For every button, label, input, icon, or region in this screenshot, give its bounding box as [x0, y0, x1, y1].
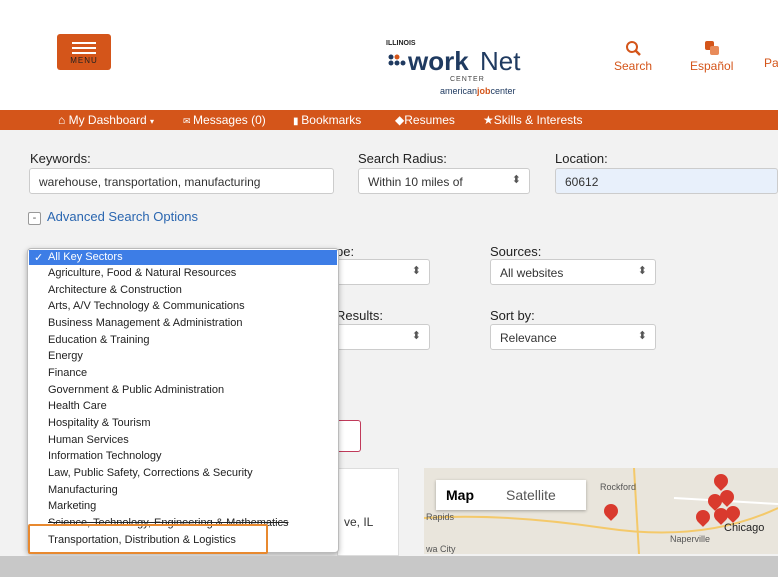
- advanced-search-label: Advanced Search Options: [47, 209, 199, 224]
- location-label: Location:: [555, 151, 608, 166]
- sector-option[interactable]: Health Care: [48, 400, 107, 412]
- partial-header-link[interactable]: Pa: [764, 40, 778, 70]
- search-link[interactable]: Search: [614, 40, 652, 73]
- sector-option[interactable]: Business Management & Administration: [48, 317, 242, 329]
- select-arrows-icon: ⬍: [411, 265, 421, 277]
- illinois-worknet-logo[interactable]: ILLINOIS work Net CENTER americanjobcent…: [380, 36, 550, 100]
- envelope-icon: ✉: [183, 116, 194, 126]
- select-arrows-icon: ⬍: [637, 330, 647, 342]
- job-result-card[interactable]: ve, IL: [337, 468, 399, 556]
- job-map[interactable]: Map Satellite Rockford Rapids wa City Na…: [424, 468, 778, 554]
- sector-option[interactable]: Marketing: [48, 500, 96, 512]
- star-icon: ★: [483, 113, 494, 127]
- diamond-icon: ◆: [395, 113, 405, 127]
- sortby-label: Sort by:: [490, 308, 535, 323]
- bottom-bar: [0, 556, 778, 577]
- map-label-naperville: Naperville: [670, 534, 711, 544]
- logo-center-text: CENTER: [450, 76, 485, 83]
- sources-value: All websites: [500, 266, 564, 280]
- map-label-city: wa City: [426, 544, 456, 554]
- sector-option[interactable]: Manufacturing: [48, 484, 118, 496]
- highlight-box: [28, 524, 268, 554]
- keywords-label: Keywords:: [30, 151, 91, 166]
- collapse-icon: -: [28, 212, 41, 225]
- location-input[interactable]: 60612: [555, 168, 778, 194]
- sector-option-label: All Key Sectors: [48, 251, 123, 263]
- select-arrows-icon: ⬍: [511, 174, 521, 186]
- nav-messages[interactable]: ✉ Messages (0): [183, 113, 266, 127]
- sector-option[interactable]: Agriculture, Food & Natural Resources: [48, 267, 236, 279]
- search-radius-label: Search Radius:: [358, 151, 447, 166]
- americanjobcenter-logo: americanjobcenter: [440, 86, 516, 96]
- keywords-input[interactable]: warehouse, transportation, manufacturing: [29, 168, 334, 194]
- nav-bookmarks[interactable]: ▮ Bookmarks: [293, 113, 361, 127]
- sector-option[interactable]: Arts, A/V Technology & Communications: [48, 300, 245, 312]
- map-label-chicago: Chicago: [724, 522, 765, 534]
- home-icon: ⌂: [58, 113, 69, 127]
- select-arrows-icon: ⬍: [411, 330, 421, 342]
- chevron-down-icon: ▾: [149, 117, 154, 126]
- key-sectors-dropdown[interactable]: ✓ All Key Sectors Agriculture, Food & Na…: [27, 248, 339, 553]
- espanol-link-label: Español: [690, 59, 734, 73]
- map-tab-satellite[interactable]: Satellite: [506, 487, 556, 503]
- map-label-rockford: Rockford: [600, 482, 637, 492]
- sector-option[interactable]: Education & Training: [48, 334, 150, 346]
- partial-header-label: Pa: [764, 56, 778, 70]
- sector-option[interactable]: Architecture & Construction: [48, 284, 182, 296]
- search-radius-select[interactable]: Within 10 miles of ⬍: [358, 168, 530, 194]
- sector-option-selected[interactable]: ✓ All Key Sectors: [29, 250, 337, 265]
- menu-button[interactable]: MENU: [57, 34, 111, 70]
- language-icon: [704, 41, 719, 55]
- map-tab-map[interactable]: Map: [446, 487, 474, 503]
- hamburger-icon: [72, 42, 96, 57]
- sector-option[interactable]: Law, Public Safety, Corrections & Securi…: [48, 467, 253, 479]
- nav-resumes[interactable]: ◆Resumes: [395, 113, 455, 127]
- main-navbar: ⌂ My Dashboard ▾ ✉ Messages (0) ▮ Bookma…: [0, 110, 778, 130]
- sector-option[interactable]: Hospitality & Tourism: [48, 417, 151, 429]
- logo-net-text: Net: [480, 46, 521, 76]
- sector-option[interactable]: Energy: [48, 350, 83, 362]
- search-icon: [626, 41, 641, 56]
- menu-label: MENU: [70, 56, 98, 65]
- select-arrows-icon: ⬍: [637, 265, 647, 277]
- map-label-rapids: Rapids: [426, 512, 455, 522]
- espanol-link[interactable]: Español: [690, 40, 733, 73]
- search-radius-value: Within 10 miles of: [368, 175, 463, 189]
- search-link-label: Search: [614, 59, 653, 73]
- sources-label: Sources:: [490, 244, 542, 259]
- advanced-search-toggle[interactable]: - Advanced Search Options: [28, 209, 198, 225]
- sector-option[interactable]: Government & Public Administration: [48, 384, 224, 396]
- results-label: Results:: [336, 308, 383, 323]
- sector-option[interactable]: Finance: [48, 367, 87, 379]
- sector-option[interactable]: Human Services: [48, 434, 129, 446]
- map-type-toggle: Map Satellite: [436, 480, 586, 510]
- job-location-text: ve, IL: [344, 515, 374, 529]
- nav-skills-interests[interactable]: ★Skills & Interests: [483, 113, 582, 127]
- nav-my-dashboard[interactable]: ⌂ My Dashboard ▾: [58, 113, 154, 127]
- sortby-select[interactable]: Relevance ⬍: [490, 324, 656, 350]
- sector-option[interactable]: Information Technology: [48, 450, 162, 462]
- checkmark-icon: ✓: [34, 252, 44, 264]
- sources-select[interactable]: All websites ⬍: [490, 259, 656, 285]
- logo-work-text: work: [408, 46, 469, 76]
- logo-dots-icon: [388, 54, 406, 66]
- sortby-value: Relevance: [500, 331, 557, 345]
- site-header: MENU ILLINOIS work Net CENTER americanjo…: [0, 0, 778, 110]
